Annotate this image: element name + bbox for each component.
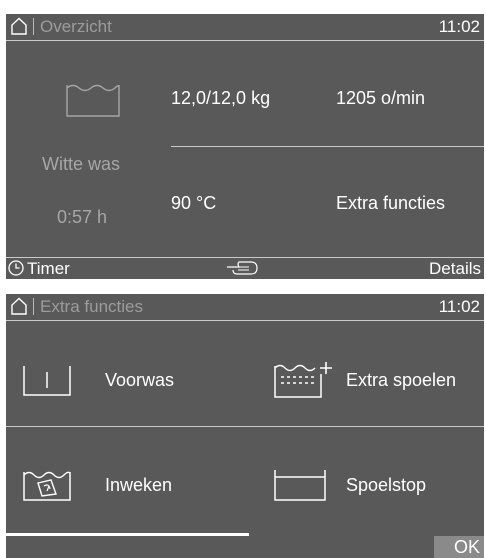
soak-icon [23,471,71,501]
option-label: Extra spoelen [346,370,457,390]
header-separator [33,298,34,315]
program-name[interactable]: Witte was [42,153,120,175]
option-label: Spoelstop [346,475,427,495]
timer-button[interactable]: Timer [27,258,70,279]
header-divider [6,320,484,321]
clock-time: 11:02 [438,17,480,36]
extras-header: Extra functies 11:02 [6,294,484,320]
options-divider [6,426,484,427]
ok-button[interactable]: OK [434,536,484,558]
option-label: Voorwas [105,370,175,390]
overview-header: Overzicht 11:02 [6,14,484,40]
page-title: Overzicht [40,17,112,36]
home-icon[interactable] [10,297,28,315]
clock-time: 11:02 [438,297,480,316]
overview-footer: Timer Details [6,258,484,279]
extra-functions-button[interactable]: Extra functies [336,192,445,214]
load-value[interactable]: 12,0/12,0 kg [171,87,270,109]
overview-panel: Overzicht 11:02 Witte was 0:57 h 12,0/12… [6,14,484,279]
progress-bar [6,533,249,536]
extra-functions-panel: Extra functies 11:02 Voorwas Extra spoel… [6,294,484,558]
settings-divider [171,146,484,147]
page-title: Extra functies [40,297,143,316]
clock-icon[interactable] [8,260,24,276]
prewash-basin-icon [23,366,71,396]
rinse-hold-icon [274,470,326,501]
program-duration: 0:57 h [57,207,108,227]
extra-rinse-icon [274,362,332,398]
header-divider [6,40,484,41]
spin-speed-value[interactable]: 1205 o/min [336,87,425,109]
pointing-hand-icon [227,261,258,275]
home-icon[interactable] [10,17,28,35]
basin-icon [66,84,120,117]
header-separator [33,18,34,35]
details-button[interactable]: Details [429,258,481,279]
temperature-value[interactable]: 90 °C [171,192,216,214]
option-label: Inweken [105,475,173,495]
